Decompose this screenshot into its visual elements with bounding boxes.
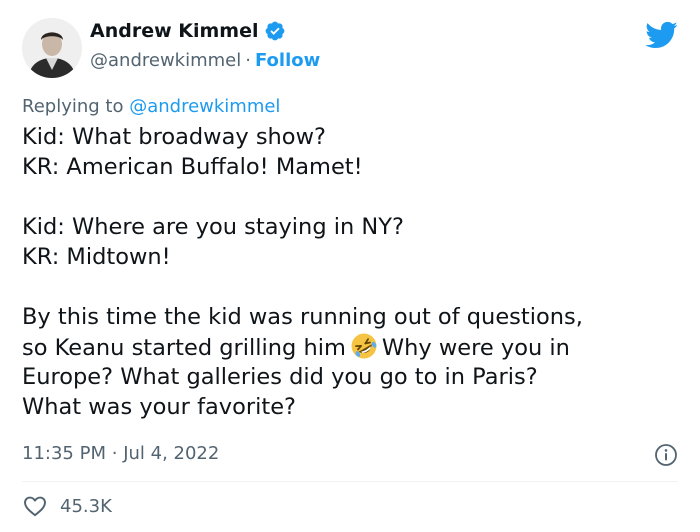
verified-badge-icon bbox=[265, 21, 284, 41]
tweet-time: 11:35 PM bbox=[22, 443, 106, 464]
rolling-on-floor-laughing-emoji-icon bbox=[351, 333, 377, 359]
tweet-fragment: so Keanu started grilling him bbox=[22, 335, 346, 361]
avatar[interactable] bbox=[22, 18, 82, 78]
tweet-line: Europe? What galleries did you go to in … bbox=[22, 364, 538, 390]
replying-to: Replying to @andrewkimmel bbox=[22, 96, 280, 117]
tweet-line: KR: American Buffalo! Mamet! bbox=[22, 154, 363, 180]
author-handle-row: @andrewkimmel · Follow bbox=[90, 50, 320, 71]
tweet-date: Jul 4, 2022 bbox=[123, 443, 220, 464]
follow-button[interactable]: Follow bbox=[255, 50, 320, 71]
tweet-line: KR: Midtown! bbox=[22, 244, 171, 270]
info-icon[interactable] bbox=[654, 443, 678, 467]
replying-mention-link[interactable]: @andrewkimmel bbox=[129, 96, 280, 117]
divider bbox=[22, 481, 678, 482]
author-name-row: Andrew Kimmel bbox=[90, 20, 286, 42]
tweet-line: What was your favorite? bbox=[22, 394, 296, 420]
tweet-card: Andrew Kimmel @andrewkimmel · Follow Reply… bbox=[0, 0, 700, 532]
avatar-photo bbox=[22, 18, 82, 78]
tweet-text: Kid: What broadway show? KR: American Bu… bbox=[22, 122, 682, 422]
separator-dot: · bbox=[111, 443, 118, 464]
tweet-line-with-emoji: so Keanu started grilling him Why were y… bbox=[22, 332, 682, 362]
twitter-bird-icon[interactable] bbox=[644, 18, 678, 52]
tweet-fragment: Why were you in bbox=[381, 335, 570, 361]
tweet-line: Kid: What broadway show? bbox=[22, 124, 326, 150]
separator-dot: · bbox=[245, 50, 251, 71]
like-action[interactable]: 45.3K bbox=[22, 493, 112, 519]
replying-prefix: Replying to bbox=[22, 96, 130, 117]
author-name[interactable]: Andrew Kimmel bbox=[90, 20, 259, 42]
tweet-line: By this time the kid was running out of … bbox=[22, 304, 583, 330]
like-count: 45.3K bbox=[60, 495, 112, 517]
tweet-timestamp[interactable]: 11:35 PM · Jul 4, 2022 bbox=[22, 443, 219, 464]
heart-icon[interactable] bbox=[22, 493, 48, 519]
author-handle[interactable]: @andrewkimmel bbox=[90, 50, 241, 71]
tweet-line: Kid: Where are you staying in NY? bbox=[22, 214, 404, 240]
